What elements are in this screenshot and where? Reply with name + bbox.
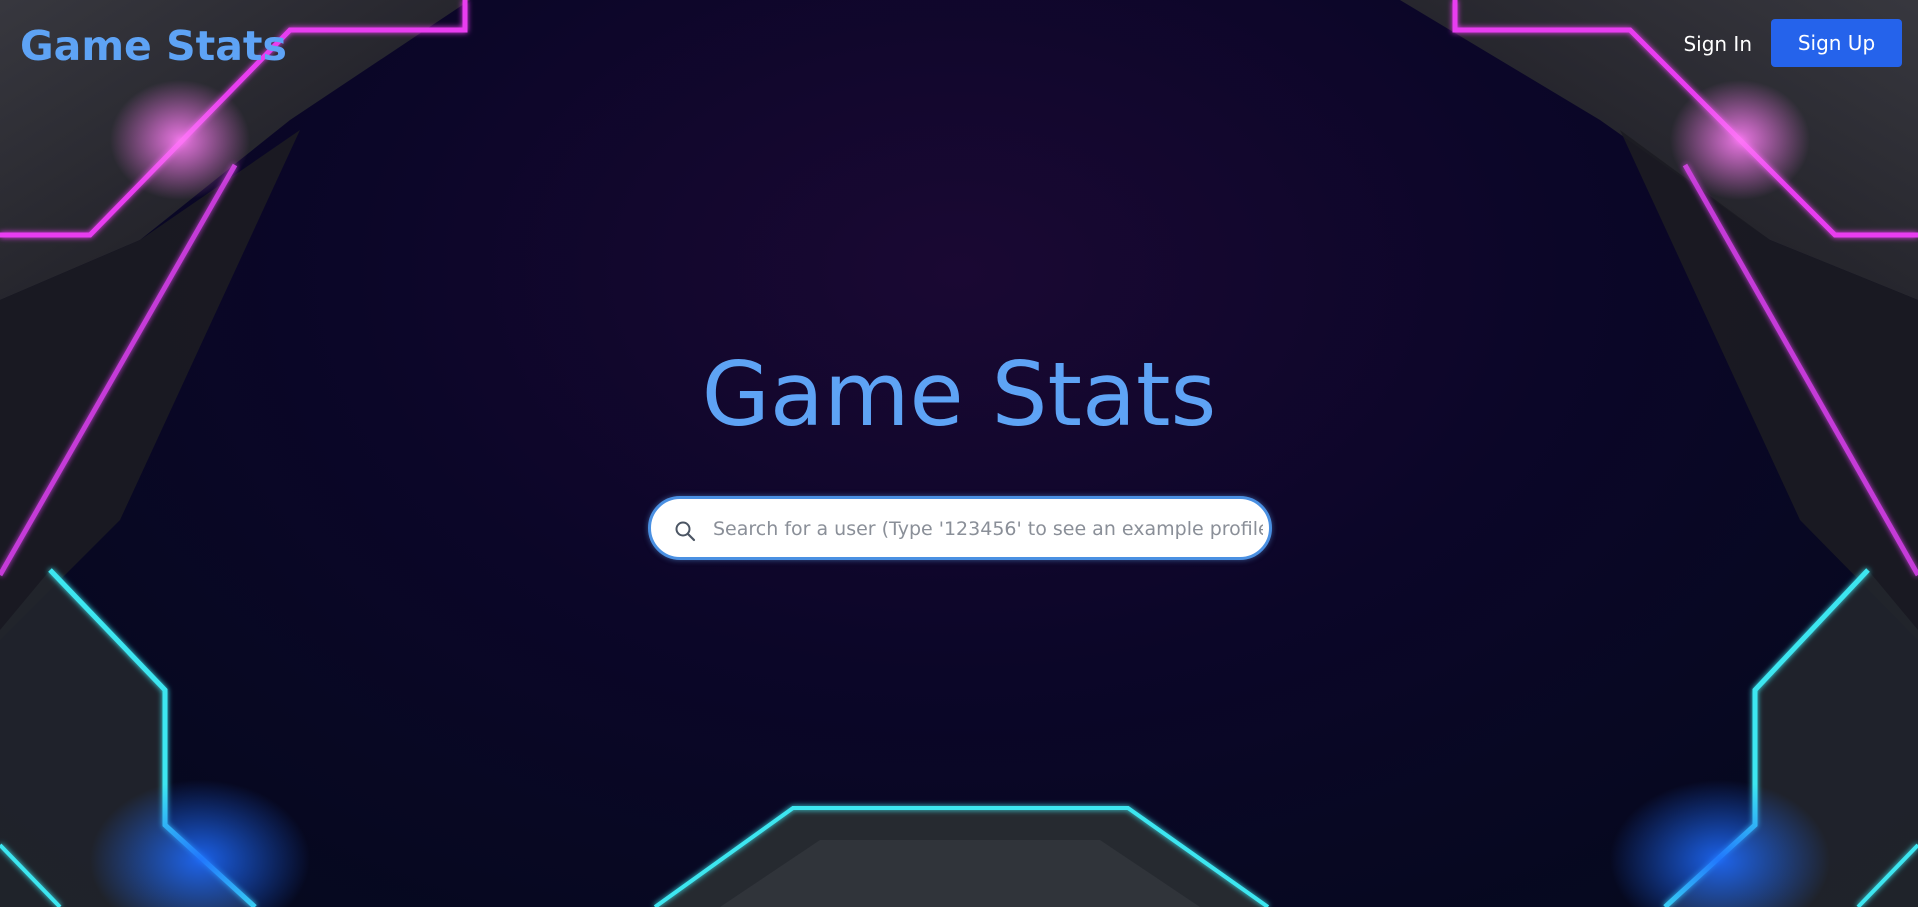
sign-up-button[interactable]: Sign Up [1771, 19, 1902, 67]
search-icon [675, 521, 696, 542]
top-navbar: Game Stats Sign In Sign Up [0, 0, 1918, 88]
background-art [0, 0, 1918, 907]
hero-title: Game Stats [701, 343, 1217, 446]
search-input[interactable] [711, 507, 1265, 551]
sign-in-button[interactable]: Sign In [1683, 28, 1752, 60]
search-bar[interactable] [648, 496, 1272, 560]
site-logo[interactable]: Game Stats [20, 18, 287, 74]
pink-glow-left [110, 80, 250, 200]
pink-glow-right [1670, 80, 1810, 200]
page: Game Stats Sign In Sign Up Game Stats [0, 0, 1918, 907]
